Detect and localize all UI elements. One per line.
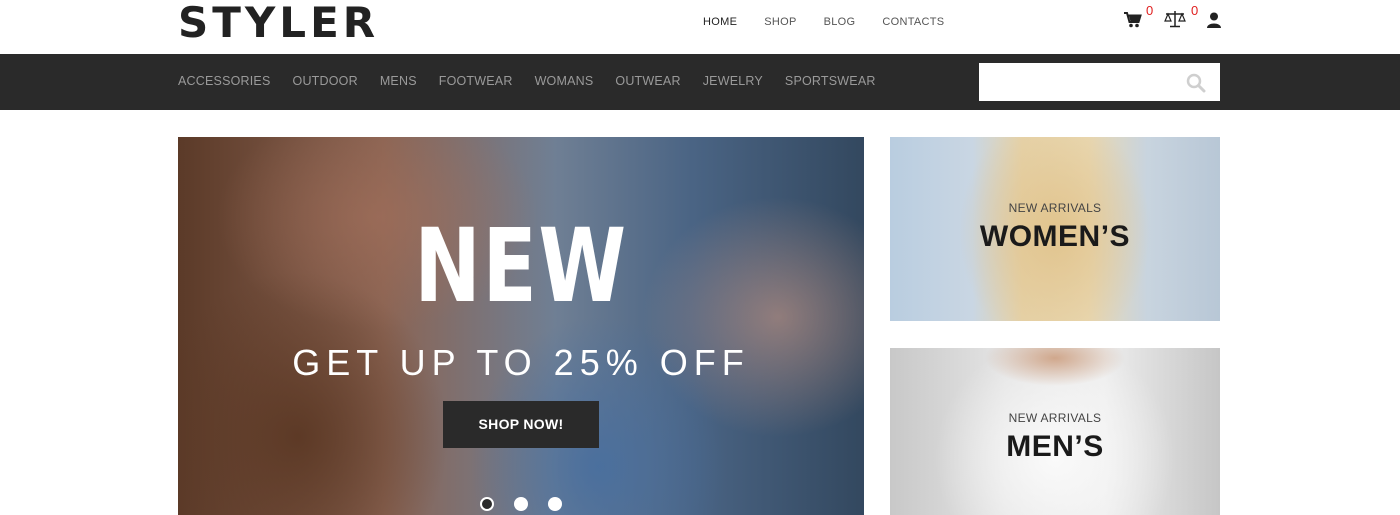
- category-sportswear[interactable]: SPORTSWEAR: [785, 74, 876, 88]
- category-jewelry[interactable]: JEWELRY: [703, 74, 763, 88]
- search-box: [979, 63, 1220, 101]
- scales-icon[interactable]: [1164, 10, 1186, 33]
- user-icon[interactable]: [1207, 12, 1221, 33]
- slider-dot-3[interactable]: [548, 497, 562, 511]
- search-input[interactable]: [979, 63, 1179, 101]
- slider-dot-1[interactable]: [480, 497, 494, 511]
- nav-contacts[interactable]: CONTACTS: [882, 16, 944, 28]
- hero-title: NEW: [414, 207, 628, 326]
- slider-pagination: [480, 497, 582, 511]
- nav-blog[interactable]: BLOG: [824, 16, 856, 28]
- site-logo[interactable]: STYLER: [178, 0, 379, 46]
- category-bar: ACCESSORIES OUTDOOR MENS FOOTWEAR WOMANS…: [0, 54, 1400, 110]
- category-mens[interactable]: MENS: [380, 74, 417, 88]
- nav-shop[interactable]: SHOP: [764, 16, 796, 28]
- category-nav: ACCESSORIES OUTDOOR MENS FOOTWEAR WOMANS…: [178, 74, 898, 88]
- mens-banner[interactable]: NEW ARRIVALS MEN’S: [890, 348, 1220, 515]
- category-outwear[interactable]: OUTWEAR: [615, 74, 680, 88]
- main-nav: HOME SHOP BLOG CONTACTS: [703, 16, 971, 28]
- cart-count-badge: 0: [1146, 3, 1154, 18]
- womens-banner[interactable]: NEW ARRIVALS WOMEN’S: [890, 137, 1220, 321]
- slider-dot-2[interactable]: [514, 497, 528, 511]
- cart-icon[interactable]: [1124, 12, 1142, 33]
- header-icons: 0 0: [1122, 3, 1222, 36]
- hero-subtitle: GET UP TO 25% OFF: [292, 342, 750, 383]
- shop-now-button[interactable]: SHOP NOW!: [443, 401, 599, 448]
- search-icon[interactable]: [1186, 73, 1206, 93]
- category-accessories[interactable]: ACCESSORIES: [178, 74, 271, 88]
- banner-kicker: NEW ARRIVALS: [1008, 201, 1102, 215]
- site-header: STYLER HOME SHOP BLOG CONTACTS 0 0: [0, 0, 1400, 54]
- category-womans[interactable]: WOMANS: [535, 74, 594, 88]
- nav-home[interactable]: HOME: [703, 16, 737, 28]
- banner-title: WOMEN’S: [979, 220, 1131, 253]
- category-footwear[interactable]: FOOTWEAR: [439, 74, 513, 88]
- banner-title: MEN’S: [1006, 430, 1104, 463]
- compare-count-badge: 0: [1191, 3, 1199, 18]
- banner-kicker: NEW ARRIVALS: [1008, 411, 1102, 425]
- hero-slider: NEW GET UP TO 25% OFF SHOP NOW!: [178, 137, 864, 515]
- category-outdoor[interactable]: OUTDOOR: [293, 74, 358, 88]
